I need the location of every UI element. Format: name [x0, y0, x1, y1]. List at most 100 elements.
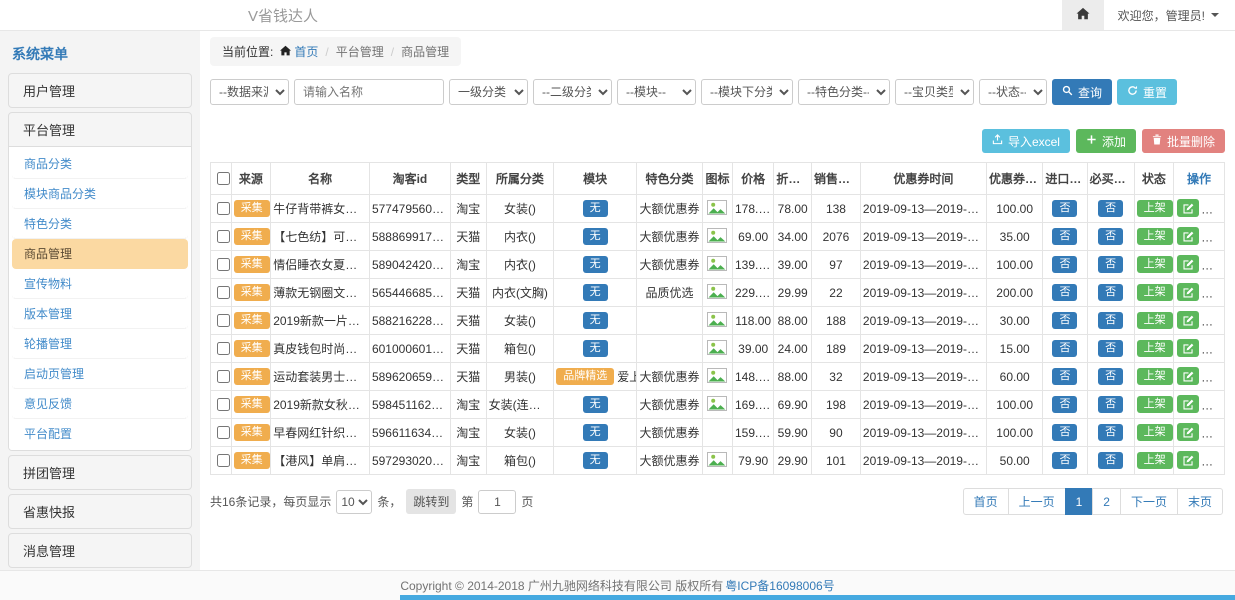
- status-select[interactable]: --状态--: [979, 79, 1047, 105]
- reset-button[interactable]: 重置: [1117, 79, 1177, 105]
- row-checkbox[interactable]: [217, 230, 230, 243]
- sidebar-section[interactable]: 拼团管理: [8, 455, 192, 490]
- sidebar-subitem[interactable]: 模块商品分类: [12, 179, 188, 209]
- module-subcategory-select[interactable]: --模块下分类--: [701, 79, 793, 105]
- jump-button[interactable]: 跳转到: [406, 489, 456, 514]
- item-type-select[interactable]: --宝贝类型--: [895, 79, 974, 105]
- taoke-id-cell: 589042420344: [369, 251, 450, 279]
- row-checkbox[interactable]: [217, 454, 230, 467]
- source-badge: 采集: [234, 340, 270, 357]
- status-badge[interactable]: 上架: [1137, 452, 1173, 469]
- add-button[interactable]: 添加: [1076, 129, 1136, 153]
- must-buy-badge[interactable]: 否: [1098, 368, 1123, 385]
- must-buy-badge[interactable]: 否: [1098, 284, 1123, 301]
- edit-button[interactable]: [1177, 423, 1199, 441]
- row-checkbox[interactable]: [217, 342, 230, 355]
- status-badge[interactable]: 上架: [1137, 340, 1173, 357]
- sidebar-section[interactable]: 消息管理: [8, 533, 192, 568]
- batch-delete-button[interactable]: 批量删除: [1142, 129, 1225, 153]
- sidebar-subitem[interactable]: 商品管理: [12, 239, 188, 269]
- sidebar-subitem[interactable]: 启动页管理: [12, 359, 188, 389]
- import-select-badge[interactable]: 否: [1052, 340, 1077, 357]
- sidebar-section-users[interactable]: 用户管理: [8, 73, 192, 108]
- must-buy-badge[interactable]: 否: [1098, 228, 1123, 245]
- edit-button[interactable]: [1177, 451, 1199, 469]
- import-select-badge[interactable]: 否: [1052, 396, 1077, 413]
- select-all-checkbox[interactable]: [217, 172, 230, 185]
- column-header: 必买清单: [1087, 163, 1134, 195]
- sidebar-subitem[interactable]: 商品分类: [12, 149, 188, 179]
- must-buy-badge[interactable]: 否: [1098, 452, 1123, 469]
- coupon-time-cell: 2019-09-13—2019-09-17: [860, 195, 986, 223]
- row-checkbox[interactable]: [217, 398, 230, 411]
- import-select-badge[interactable]: 否: [1052, 312, 1077, 329]
- sales-cell: 32: [812, 363, 861, 391]
- status-badge[interactable]: 上架: [1137, 256, 1173, 273]
- sidebar-subitem[interactable]: 轮播管理: [12, 329, 188, 359]
- import-select-badge[interactable]: 否: [1052, 228, 1077, 245]
- import-excel-button[interactable]: 导入excel: [982, 129, 1070, 153]
- sidebar-subitem[interactable]: 平台配置: [12, 419, 188, 448]
- edit-button[interactable]: [1177, 395, 1199, 413]
- must-buy-badge[interactable]: 否: [1098, 256, 1123, 273]
- pager-button[interactable]: 首页: [963, 488, 1009, 515]
- name-search-input[interactable]: [294, 79, 444, 105]
- sidebar-subitem[interactable]: 版本管理: [12, 299, 188, 329]
- edit-button[interactable]: [1177, 339, 1199, 357]
- icp-link[interactable]: 粤ICP备16098006号: [725, 577, 834, 594]
- sidebar-subitem[interactable]: 特色分类: [12, 209, 188, 239]
- sidebar-subitem[interactable]: 意见反馈: [12, 389, 188, 419]
- module-select[interactable]: --模块--: [617, 79, 696, 105]
- category2-select[interactable]: --二级分类--: [533, 79, 612, 105]
- sidebar-section-platform-label[interactable]: 平台管理: [9, 113, 191, 146]
- page-number-input[interactable]: [478, 490, 516, 514]
- import-select-badge[interactable]: 否: [1052, 284, 1077, 301]
- import-select-badge[interactable]: 否: [1052, 200, 1077, 217]
- breadcrumb-home-link[interactable]: 首页: [280, 43, 318, 60]
- breadcrumb-item[interactable]: 平台管理: [336, 43, 384, 60]
- edit-button[interactable]: [1177, 283, 1199, 301]
- status-badge[interactable]: 上架: [1137, 424, 1173, 441]
- import-select-badge[interactable]: 否: [1052, 424, 1077, 441]
- row-checkbox[interactable]: [217, 426, 230, 439]
- import-select-badge[interactable]: 否: [1052, 256, 1077, 273]
- row-select-cell: [211, 391, 232, 419]
- status-badge[interactable]: 上架: [1137, 284, 1173, 301]
- data-source-select[interactable]: --数据来源--: [210, 79, 289, 105]
- row-checkbox[interactable]: [217, 286, 230, 299]
- status-badge[interactable]: 上架: [1137, 200, 1173, 217]
- row-checkbox[interactable]: [217, 314, 230, 327]
- category1-select[interactable]: 一级分类: [449, 79, 528, 105]
- edit-button[interactable]: [1177, 227, 1199, 245]
- must-buy-badge[interactable]: 否: [1098, 396, 1123, 413]
- edit-button[interactable]: [1177, 367, 1199, 385]
- import-select-badge[interactable]: 否: [1052, 452, 1077, 469]
- edit-button[interactable]: [1177, 311, 1199, 329]
- user-menu[interactable]: 欢迎您，管理员!: [1104, 0, 1235, 30]
- search-button[interactable]: 查询: [1052, 79, 1112, 105]
- sidebar-subitem[interactable]: 宣传物料: [12, 269, 188, 299]
- status-badge[interactable]: 上架: [1137, 228, 1173, 245]
- status-badge[interactable]: 上架: [1137, 396, 1173, 413]
- sidebar-section[interactable]: 省惠快报: [8, 494, 192, 529]
- pager-button[interactable]: 末页: [1177, 488, 1223, 515]
- pager-button[interactable]: 下一页: [1120, 488, 1178, 515]
- pager-button[interactable]: 2: [1092, 488, 1121, 515]
- import-select-badge[interactable]: 否: [1052, 368, 1077, 385]
- must-buy-badge[interactable]: 否: [1098, 312, 1123, 329]
- feature-category-select[interactable]: --特色分类--: [798, 79, 890, 105]
- row-checkbox[interactable]: [217, 202, 230, 215]
- home-button[interactable]: [1062, 0, 1104, 30]
- must-buy-badge[interactable]: 否: [1098, 200, 1123, 217]
- page-size-select[interactable]: 10: [336, 490, 372, 514]
- pager-button[interactable]: 1: [1065, 488, 1094, 515]
- status-badge[interactable]: 上架: [1137, 312, 1173, 329]
- pager-button[interactable]: 上一页: [1008, 488, 1066, 515]
- row-checkbox[interactable]: [217, 258, 230, 271]
- must-buy-badge[interactable]: 否: [1098, 340, 1123, 357]
- edit-button[interactable]: [1177, 255, 1199, 273]
- row-checkbox[interactable]: [217, 370, 230, 383]
- status-badge[interactable]: 上架: [1137, 368, 1173, 385]
- edit-button[interactable]: [1177, 199, 1199, 217]
- must-buy-badge[interactable]: 否: [1098, 424, 1123, 441]
